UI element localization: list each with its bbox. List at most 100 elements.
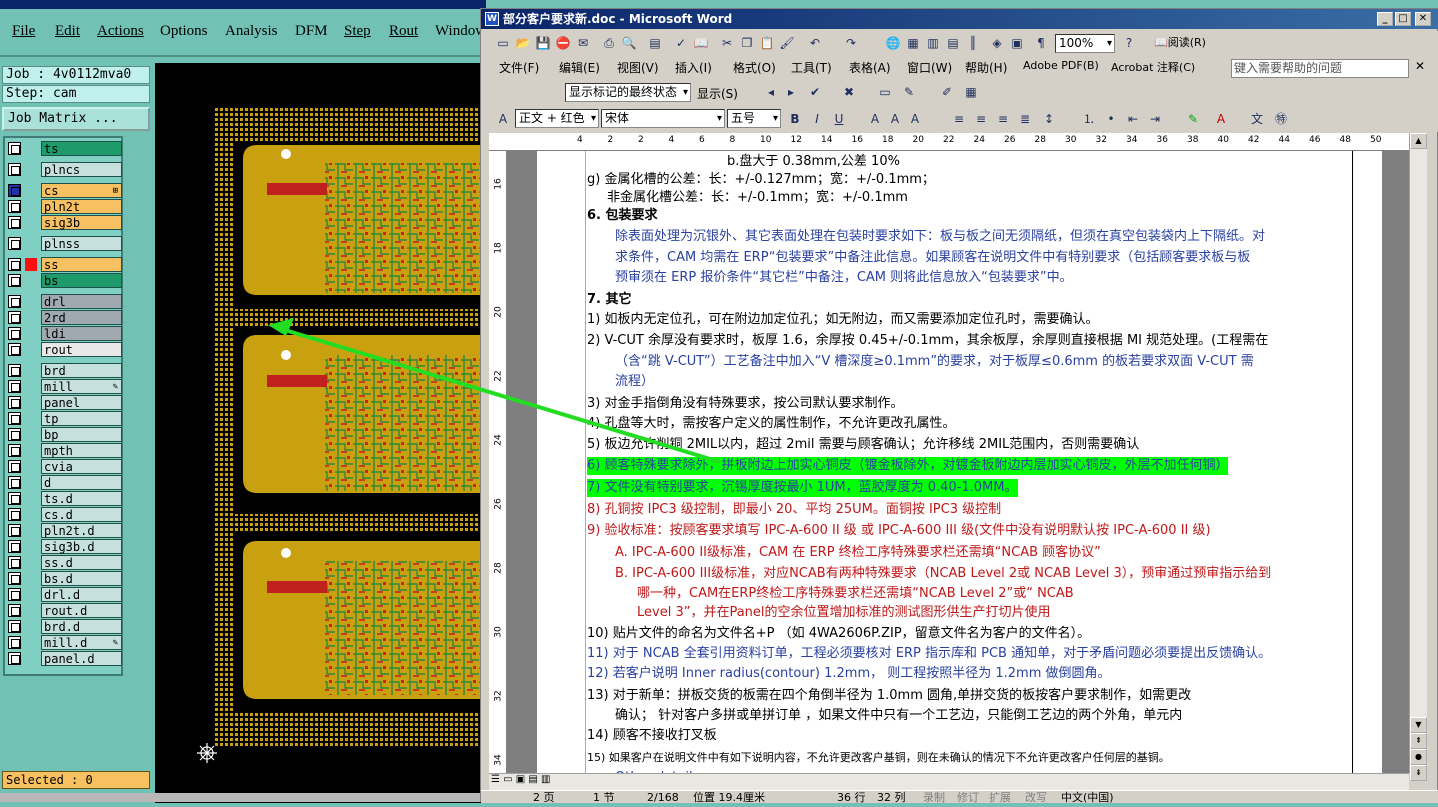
document-line[interactable]: b.盘大于 0.38mm,公差 10% (727, 153, 900, 171)
layer-name[interactable]: cvia (41, 459, 122, 474)
document-line[interactable]: 8) 孔铜按 IPC3 级控制，即最小 20、平均 25UM。面铜按 IPC3 … (587, 501, 1001, 519)
menu-file[interactable]: File (12, 23, 35, 40)
layer-row-tp[interactable]: tp (5, 411, 122, 426)
layer-row-cs[interactable]: cs ⊞ (5, 183, 122, 198)
select-browse-icon[interactable]: ● (1410, 749, 1427, 765)
highlight-icon[interactable]: ✎ (901, 84, 917, 100)
document-line[interactable]: 除表面处理为沉银外、其它表面处理在包装时要求如下：板与板之间无须隔纸，但须在真空… (615, 228, 1265, 246)
layer-row-pln2t-d[interactable]: pln2t.d (5, 523, 122, 538)
layer-name[interactable]: plnss (41, 236, 122, 251)
layer-row-pln2t[interactable]: pln2t (5, 199, 122, 214)
paste-icon[interactable]: 📋 (759, 35, 775, 51)
layer-row-bp[interactable]: bp (5, 427, 122, 442)
layer-row-brd[interactable]: brd (5, 363, 122, 378)
phonetic-guide-icon[interactable]: 文 (1249, 111, 1265, 127)
layer-checkbox[interactable] (8, 380, 21, 393)
align-left-icon[interactable]: ≡ (951, 111, 967, 127)
spelling-icon[interactable]: ✓ (673, 35, 689, 51)
help-search-input[interactable]: 键入需要帮助的问题 (1231, 59, 1409, 78)
layer-name[interactable]: d (41, 475, 122, 490)
style-select[interactable]: 正文 + 红色 (515, 109, 599, 128)
document-line[interactable]: （含“跳 V-CUT”）工艺备注中加入“V 槽深度≥0.1mm”的要求，对于板厚… (615, 353, 1254, 371)
close-button[interactable]: ✕ (1415, 12, 1431, 26)
layer-name[interactable]: drl (41, 294, 122, 309)
decrease-indent-icon[interactable]: ⇤ (1125, 111, 1141, 127)
document-line[interactable]: A. IPC-A-600 II级标准，CAM 在 ERP 终检工序特殊要求栏还需… (615, 544, 1101, 562)
reject-change-icon[interactable]: ✖ (841, 84, 857, 100)
document-line[interactable]: 2) V-CUT 余厚没有要求时，板厚 1.6，余厚按 0.45+/-0.1mm… (587, 332, 1268, 350)
document-area[interactable]: b.盘大于 0.38mm,公差 10% g) 金属化槽的公差：长：+/-0.127… (507, 151, 1409, 773)
insert-table-icon[interactable]: ▥ (925, 35, 941, 51)
new-document-icon[interactable]: ▭ (495, 35, 511, 51)
font-size-select[interactable]: 五号 (727, 109, 781, 128)
document-line[interactable]: 确认； 针对客户多拼或单拼订单 ，如果文件中只有一个工艺边，只能倒工艺边的两个外… (615, 707, 1182, 725)
scroll-down-arrow[interactable]: ▼ (1410, 717, 1427, 733)
document-line[interactable]: 7) 文件没有特别要求，沉锡厚度按最小 1UM，蓝胶厚度为 0.40-1.0MM… (587, 479, 1018, 497)
styles-formatting-icon[interactable]: A (495, 111, 511, 127)
layer-row-cvia[interactable]: cvia (5, 459, 122, 474)
minimize-button[interactable]: _ (1377, 12, 1393, 26)
layer-name[interactable]: bp (41, 427, 122, 442)
markup-view-select[interactable]: 显示标记的最终状态 (565, 83, 691, 102)
underline-icon[interactable]: U (831, 111, 847, 127)
layer-row-panel[interactable]: panel (5, 395, 122, 410)
layer-row-ts-d[interactable]: ts.d (5, 491, 122, 506)
word-menu-insert[interactable]: 插入(I) (675, 59, 712, 76)
layer-row-plncs[interactable]: plncs (5, 162, 122, 177)
layer-name[interactable]: pln2t.d (41, 523, 122, 538)
layer-checkbox[interactable] (8, 343, 21, 356)
undo-icon[interactable]: ↶ (807, 35, 823, 51)
word-menu-edit[interactable]: 编辑(E) (559, 59, 600, 76)
document-line[interactable]: 非金属化槽公差：长：+/-0.1mm；宽：+/-0.1mm (607, 189, 908, 207)
document-line[interactable]: 哪一种，CAM在ERP终检工序特殊要求栏还需填“NCAB Level 2”或“ … (637, 585, 1074, 603)
char-scale-icon[interactable]: A (907, 111, 923, 127)
document-line[interactable]: B. IPC-A-600 III级标准，对应NCAB有两种特殊要求（NCAB L… (615, 565, 1271, 583)
document-line[interactable]: 3) 对金手指倒角没有特殊要求，按公司默认要求制作。 (587, 395, 903, 413)
align-right-icon[interactable]: ≡ (995, 111, 1011, 127)
word-menu-file[interactable]: 文件(F) (499, 59, 539, 76)
increase-indent-icon[interactable]: ⇥ (1147, 111, 1163, 127)
layer-checkbox[interactable] (8, 572, 21, 585)
layer-row-2rd[interactable]: 2rd (5, 310, 122, 325)
layer-row-ss-d[interactable]: ss.d (5, 555, 122, 570)
zoom-select[interactable]: 100% (1055, 34, 1115, 53)
copy-icon[interactable]: ❐ (739, 35, 755, 51)
highlight-color-icon[interactable]: ✎ (1185, 111, 1201, 127)
layer-name[interactable]: cs ⊞ (41, 183, 122, 198)
menu-rout[interactable]: Rout (389, 23, 418, 40)
document-line[interactable]: 4) 孔盘等大时，需按客户定义的属性制作，不允许更改孔属性。 (587, 415, 955, 433)
layer-checkbox[interactable] (8, 311, 21, 324)
document-line[interactable]: 9) 验收标准：按顾客要求填写 IPC-A-600 II 级 或 IPC-A-6… (587, 522, 1211, 540)
layer-name[interactable]: plncs (41, 162, 122, 177)
menu-edit[interactable]: Edit (55, 23, 80, 40)
layer-row-ts[interactable]: ts (5, 141, 122, 156)
italic-icon[interactable]: I (809, 111, 825, 127)
view-buttons[interactable]: ☰ ▭ ▣ ▤ ▥ (491, 774, 550, 785)
menu-options[interactable]: Options (160, 23, 208, 40)
word-menu-tools[interactable]: 工具(T) (791, 59, 832, 76)
layer-name[interactable]: tp (41, 411, 122, 426)
previous-change-icon[interactable]: ◂ (763, 84, 779, 100)
layer-checkbox[interactable] (8, 184, 21, 197)
layer-checkbox[interactable] (8, 412, 21, 425)
layer-name[interactable]: ts (41, 141, 122, 156)
layer-name[interactable]: rout.d (41, 603, 122, 618)
read-button[interactable]: 📖阅读(R) (1145, 35, 1215, 51)
layer-name[interactable]: rout (41, 342, 122, 357)
layer-name[interactable]: ss.d (41, 555, 122, 570)
research-book-icon[interactable]: 📖 (693, 35, 709, 51)
close-doc-icon[interactable]: ✕ (1415, 59, 1425, 73)
layer-row-drl[interactable]: drl (5, 294, 122, 309)
menu-actions[interactable]: Actions (97, 23, 144, 40)
print-preview-icon[interactable]: 🔍 (621, 35, 637, 51)
accept-change-icon[interactable]: ✔ (807, 84, 823, 100)
layer-name[interactable]: brd (41, 363, 122, 378)
menu-window[interactable]: Window (435, 23, 483, 40)
layer-checkbox[interactable] (8, 163, 21, 176)
print-icon[interactable]: ⎙ (601, 35, 617, 51)
layer-row-sig3b-d[interactable]: sig3b.d (5, 539, 122, 554)
word-menu-acrobat[interactable]: Acrobat 注释(C) (1111, 59, 1195, 75)
layer-row-ldi[interactable]: ldi (5, 326, 122, 341)
horizontal-ruler[interactable]: 4 2 2 4 6 8 10 12 14 16 18 20 22 24 26 28 30 32 34 36 38 40 42… (489, 133, 1409, 151)
document-line[interactable]: 6) 顾客特殊要求除外，拼板附边上加实心铜皮（镀金板除外，对镀金板附边内层加实心… (587, 457, 1229, 475)
